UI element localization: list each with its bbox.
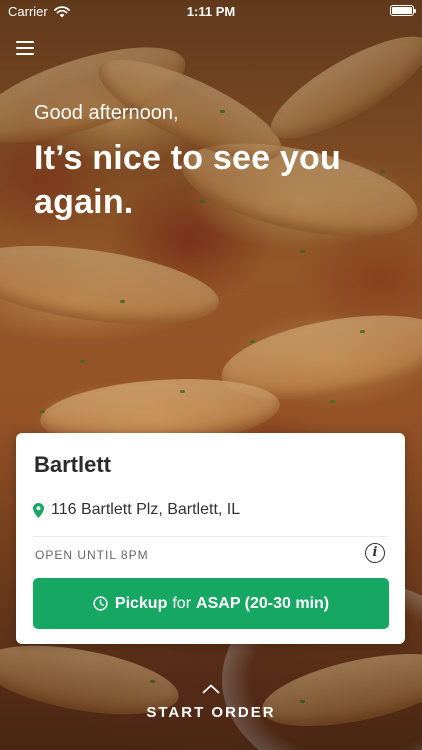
- start-order-label: START ORDER: [146, 704, 276, 721]
- store-address: 116 Bartlett Plz, Bartlett, IL: [51, 501, 241, 518]
- screen: Carrier 1:11 PM Good afternoon, It’s nic…: [0, 0, 422, 750]
- pickup-time-button[interactable]: Pickup for ASAP (20-30 min): [33, 578, 389, 629]
- status-time: 1:11 PM: [186, 4, 236, 19]
- store-hours: OPEN UNTIL 8PM: [35, 548, 149, 562]
- status-bar: Carrier 1:11 PM: [0, 0, 422, 22]
- clock-icon: [93, 596, 108, 611]
- battery-icon: [390, 5, 416, 16]
- greeting-text: Good afternoon,: [34, 102, 179, 124]
- store-address-row: 116 Bartlett Plz, Bartlett, IL: [33, 501, 240, 519]
- card-divider: [33, 536, 388, 537]
- location-pin-icon: [33, 502, 44, 518]
- start-order-button[interactable]: START ORDER: [0, 684, 422, 721]
- hamburger-menu-icon[interactable]: [16, 40, 34, 56]
- pickup-connector: for: [172, 594, 192, 612]
- welcome-headline: It’s nice to see you again.: [34, 139, 341, 221]
- store-card: Bartlett 116 Bartlett Plz, Bartlett, IL …: [16, 433, 405, 644]
- store-name: Bartlett: [34, 452, 112, 477]
- pickup-time: ASAP (20-30 min): [196, 594, 330, 612]
- info-icon[interactable]: i: [365, 543, 385, 563]
- chevron-up-icon: [202, 684, 220, 694]
- pickup-mode: Pickup: [114, 594, 168, 612]
